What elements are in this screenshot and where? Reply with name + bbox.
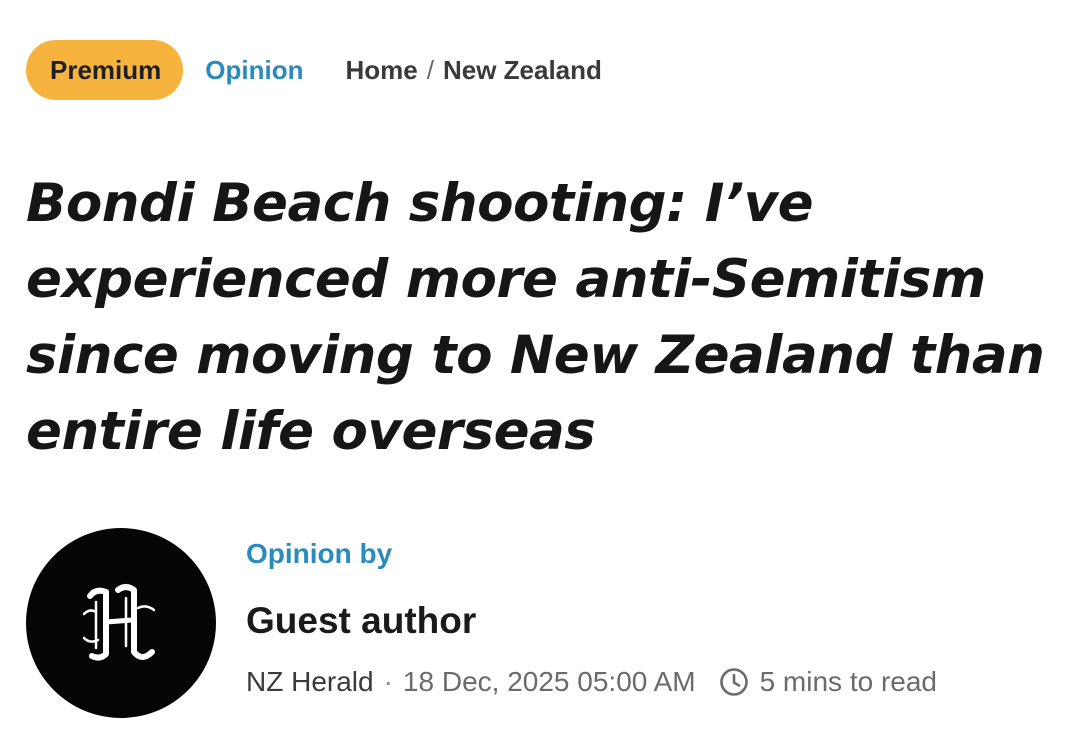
opinion-by-label: Opinion by [246,538,393,569]
nz-herald-logo-icon [82,584,156,661]
premium-badge[interactable]: Premium [26,40,184,100]
opinion-section-link[interactable]: Opinion [205,55,303,86]
breadcrumb: Home / New Zealand [345,55,601,86]
breadcrumb-separator: / [426,54,434,85]
article-headline: Bondi Beach shooting: I’ve experienced m… [26,173,1045,462]
author-avatar[interactable] [26,528,216,718]
article-tag-row: Premium Opinion Home / New Zealand [26,40,602,100]
breadcrumb-home-link[interactable]: Home [345,55,417,86]
publish-timestamp: 18 Dec, 2025 05:00 AM [402,666,696,697]
read-time: 5 mins to read [759,666,937,697]
article-meta: NZ Herald · 18 Dec, 2025 05:00 AM 5 mins… [246,666,937,698]
author-name-link[interactable]: Guest author [246,600,476,642]
meta-separator: · [383,666,393,697]
breadcrumb-new-zealand-link[interactable]: New Zealand [443,55,602,86]
clock-icon [718,666,750,698]
publication-name: NZ Herald [246,666,374,697]
